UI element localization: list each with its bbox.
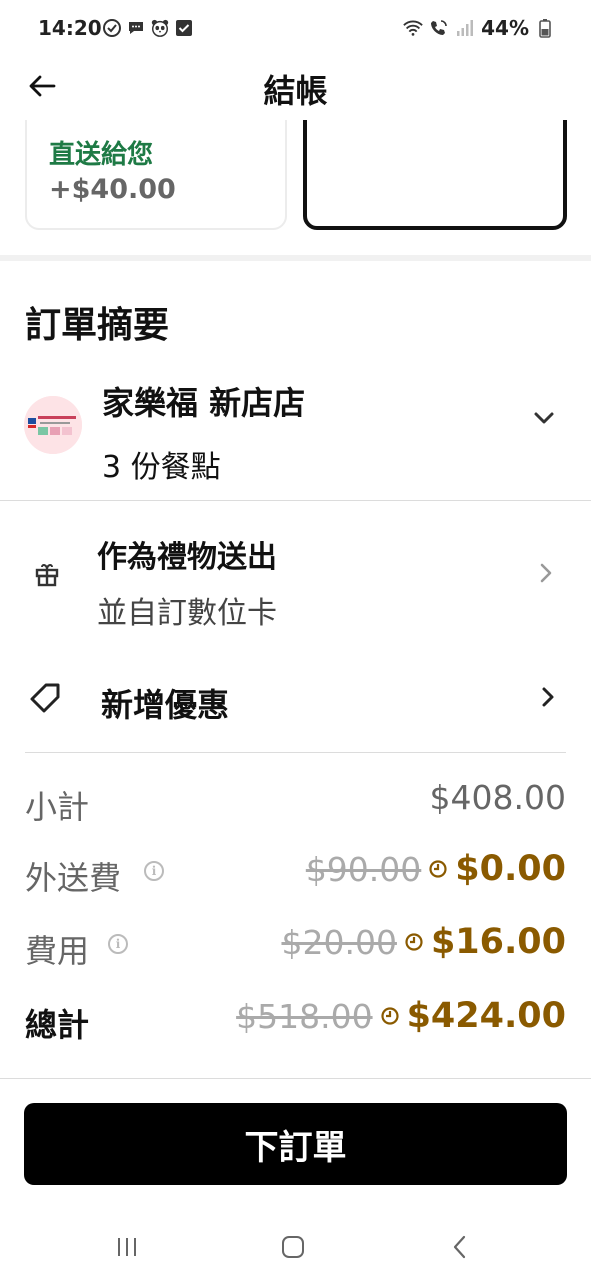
store-items-count: 3 份餐點 bbox=[102, 450, 221, 485]
chat-bubble-icon bbox=[126, 18, 146, 38]
discount-clock-icon bbox=[405, 933, 423, 951]
system-status: 44% bbox=[403, 16, 555, 40]
delivery-option-price: +$40.00 bbox=[49, 174, 176, 205]
total-values: $518.00 $424.00 bbox=[236, 996, 566, 1036]
chevron-right-icon bbox=[541, 686, 555, 712]
gift-icon bbox=[34, 562, 60, 592]
info-icon[interactable]: i bbox=[108, 934, 128, 954]
panda-icon bbox=[150, 18, 170, 38]
store-summary-row[interactable]: 家樂福 新店店 3 份餐點 bbox=[0, 370, 591, 500]
page-title: 結帳 bbox=[263, 72, 328, 110]
chevron-right-icon bbox=[539, 562, 553, 588]
top-app-bar: 結帳 bbox=[0, 58, 591, 120]
divider bbox=[25, 752, 566, 753]
battery-icon bbox=[535, 18, 555, 38]
notification-icons bbox=[102, 18, 194, 38]
total-row: 總計 $518.00 $424.00 bbox=[0, 994, 591, 1044]
home-button[interactable] bbox=[273, 1232, 313, 1262]
gift-row[interactable]: 作為禮物送出 並自訂數位卡 bbox=[0, 520, 591, 631]
status-time: 14:20 bbox=[38, 16, 102, 40]
total-original: $518.00 bbox=[236, 996, 373, 1036]
add-promo-label: 新增優惠 bbox=[101, 686, 230, 724]
recents-icon bbox=[118, 1238, 136, 1256]
delivery-options: 直送給您 +$40.00 bbox=[0, 120, 591, 246]
check-circle-icon bbox=[102, 18, 122, 38]
delivery-option-title: 直送給您 bbox=[49, 140, 154, 170]
tag-icon bbox=[28, 680, 64, 720]
divider bbox=[0, 1078, 591, 1079]
divider bbox=[0, 500, 591, 501]
service-fee-values: $20.00 $16.00 bbox=[281, 922, 566, 962]
store-name: 家樂福 新店店 bbox=[102, 384, 306, 422]
discount-clock-icon bbox=[380, 1007, 399, 1025]
total-discounted: $424.00 bbox=[406, 996, 566, 1036]
delivery-fee-values: $90.00 $0.00 bbox=[306, 849, 566, 889]
delivery-fee-discounted: $0.00 bbox=[455, 849, 566, 889]
delivery-fee-original: $90.00 bbox=[305, 849, 422, 889]
status-bar: 14:20 44% bbox=[0, 0, 591, 58]
service-fee-row: 費用 i $20.00 $16.00 bbox=[0, 920, 591, 970]
gift-title: 作為禮物送出 bbox=[97, 540, 277, 575]
subtotal-values: $408.00 bbox=[430, 778, 566, 817]
place-order-button[interactable]: 下訂單 bbox=[24, 1103, 567, 1185]
total-label: 總計 bbox=[25, 1006, 90, 1044]
subtotal-label: 小計 bbox=[25, 788, 90, 826]
subtotal-row: 小計 $408.00 bbox=[0, 776, 591, 826]
system-nav-bar bbox=[0, 1210, 591, 1280]
home-icon bbox=[282, 1236, 304, 1258]
checkbox-icon bbox=[174, 18, 194, 38]
delivery-option-selected[interactable] bbox=[303, 120, 567, 230]
battery-percent: 44% bbox=[481, 16, 529, 40]
store-avatar bbox=[24, 396, 82, 454]
wifi-icon bbox=[403, 18, 423, 38]
section-divider bbox=[0, 255, 591, 261]
chevron-left-icon bbox=[453, 1235, 466, 1259]
delivery-option-direct[interactable]: 直送給您 +$40.00 bbox=[25, 120, 287, 230]
recent-apps-button[interactable] bbox=[107, 1232, 147, 1262]
delivery-fee-label: 外送費 bbox=[25, 859, 122, 897]
add-promo-row[interactable]: 新增優惠 bbox=[0, 668, 591, 734]
chevron-down-icon[interactable] bbox=[533, 410, 555, 429]
order-summary-title: 訂單摘要 bbox=[25, 305, 170, 346]
wifi-call-icon bbox=[429, 18, 449, 38]
subtotal-value: $408.00 bbox=[429, 778, 566, 817]
service-fee-original: $20.00 bbox=[281, 922, 397, 962]
gift-subtitle: 並自訂數位卡 bbox=[97, 596, 277, 631]
service-fee-discounted: $16.00 bbox=[430, 922, 566, 962]
discount-clock-icon bbox=[429, 860, 447, 878]
signal-icon bbox=[455, 18, 475, 38]
info-icon[interactable]: i bbox=[144, 861, 164, 881]
service-fee-label: 費用 bbox=[25, 932, 90, 970]
delivery-fee-row: 外送費 i $90.00 $0.00 bbox=[0, 847, 591, 897]
system-back-button[interactable] bbox=[440, 1232, 480, 1262]
